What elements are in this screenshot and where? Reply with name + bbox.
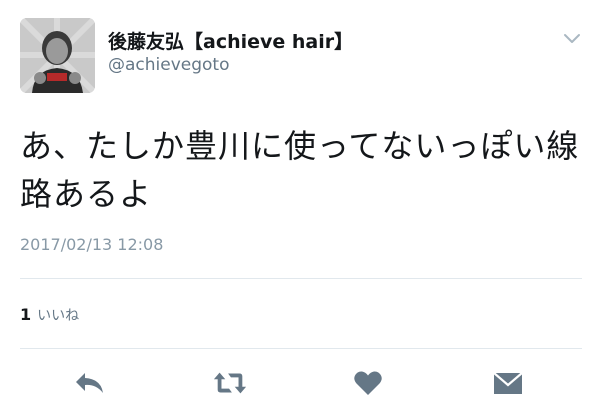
avatar-image bbox=[20, 18, 95, 93]
tweet-text-line: 路あるよ bbox=[20, 175, 153, 213]
tweet-text-line: あ、たしか豊川に使ってないっぽい線 bbox=[20, 127, 580, 165]
like-button[interactable] bbox=[350, 368, 386, 398]
retweet-icon bbox=[213, 372, 247, 394]
reply-icon bbox=[76, 373, 103, 393]
heart-icon bbox=[354, 371, 382, 395]
tweet-timestamp[interactable]: 2017/02/13 12:08 bbox=[20, 235, 163, 254]
divider bbox=[20, 278, 582, 279]
tweet-text: あ、たしか豊川に使ってないっぽい線 路あるよ bbox=[20, 122, 585, 218]
likes-label: いいね bbox=[37, 308, 80, 324]
likes-summary[interactable]: 1 いいね bbox=[20, 305, 79, 325]
avatar[interactable] bbox=[20, 18, 95, 93]
divider bbox=[20, 348, 582, 349]
author-display-name[interactable]: 後藤友弘【achieve hair】 bbox=[108, 27, 353, 54]
reply-button[interactable] bbox=[72, 368, 108, 398]
chevron-down-icon[interactable] bbox=[562, 30, 582, 44]
likes-count: 1 bbox=[20, 305, 32, 324]
retweet-button[interactable] bbox=[212, 368, 248, 398]
direct-message-button[interactable] bbox=[490, 368, 526, 398]
envelope-icon bbox=[493, 372, 523, 394]
author-handle[interactable]: @achievegoto bbox=[108, 55, 230, 75]
